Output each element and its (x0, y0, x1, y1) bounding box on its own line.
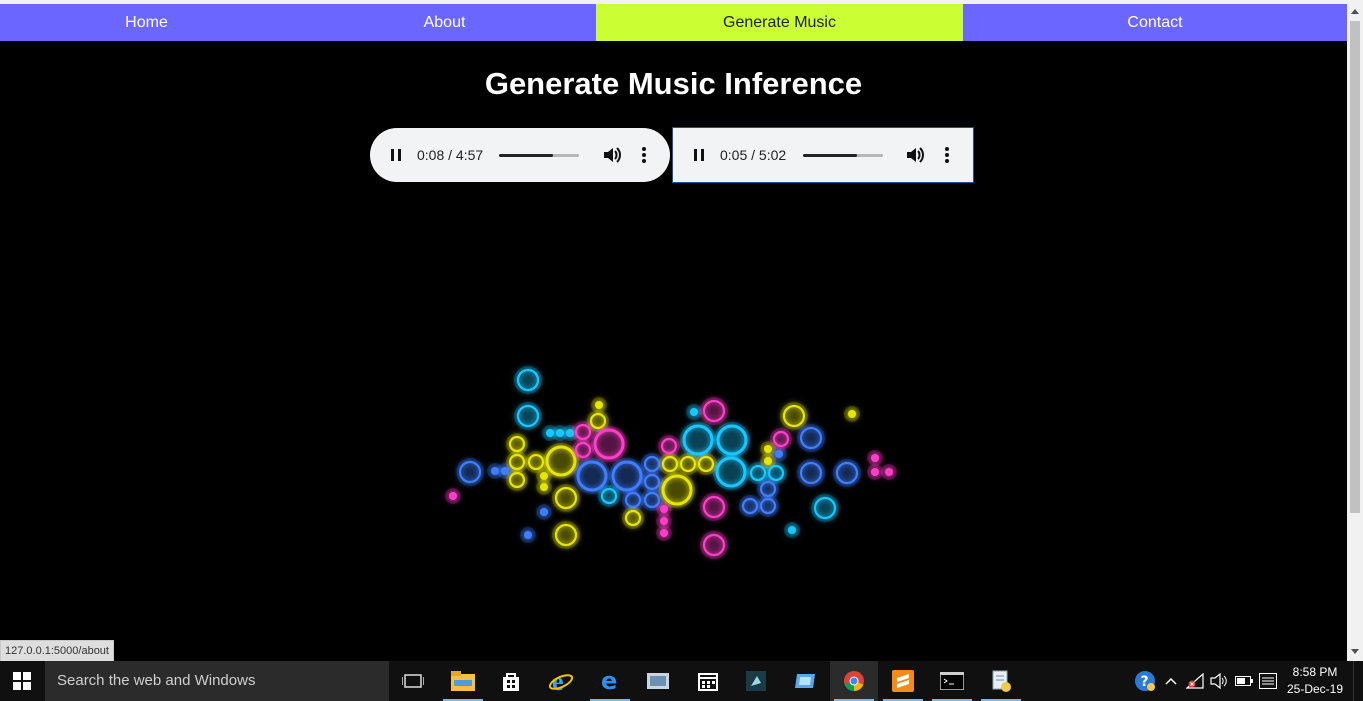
visualizer-bubble (540, 508, 548, 516)
calendar-icon[interactable] (684, 661, 732, 701)
show-desktop-button[interactable] (1353, 661, 1363, 701)
visualizer-bubble (764, 445, 772, 453)
volume-icon[interactable] (599, 142, 625, 168)
action-center-icon[interactable] (1257, 661, 1279, 701)
visualizer-bubble (449, 492, 457, 500)
command-prompt-icon[interactable] (928, 661, 976, 701)
edge-icon[interactable]: e (586, 661, 634, 701)
volume-icon[interactable] (902, 142, 928, 168)
visualizer-bubble (660, 517, 668, 525)
nav-about[interactable]: About (293, 4, 596, 41)
network-icon[interactable] (1184, 661, 1206, 701)
volume-icon[interactable] (1208, 661, 1230, 701)
notepad-icon[interactable] (977, 661, 1025, 701)
visualizer-bubble (788, 526, 796, 534)
more-options-icon[interactable] (934, 142, 960, 168)
visualizer-bubble (885, 468, 893, 476)
audio-player-1[interactable]: 0:08 / 4:57 (370, 128, 670, 182)
seek-bar[interactable] (803, 154, 883, 157)
visualizer-bubble (660, 529, 668, 537)
nav-home[interactable]: Home (0, 4, 293, 41)
media-player-icon[interactable] (732, 661, 780, 701)
chrome-icon[interactable] (830, 661, 878, 701)
svg-text:e: e (601, 670, 617, 692)
clock-time: 8:58 PM (1292, 665, 1338, 679)
taskbar-clock[interactable]: 8:58 PM 25-Dec-19 (1282, 664, 1348, 698)
visualizer-bubble (540, 472, 548, 480)
nav-contact[interactable]: Contact (963, 4, 1347, 41)
scrollbar-thumb[interactable] (1350, 21, 1360, 513)
visualizer-bubble (501, 467, 509, 475)
help-icon[interactable]: ? (1132, 661, 1158, 701)
visualizer-bubble (690, 408, 698, 416)
nav-generate-music[interactable]: Generate Music (596, 4, 963, 41)
internet-explorer-icon[interactable]: e (537, 661, 585, 701)
battery-icon[interactable] (1233, 661, 1255, 701)
pause-icon[interactable] (686, 142, 712, 168)
visualizer-bubble (871, 468, 879, 476)
visualizer-bubble (871, 454, 879, 462)
windows-start-icon[interactable] (0, 661, 44, 701)
clock-date: 25-Dec-19 (1286, 682, 1344, 696)
visualizer-bubble (540, 483, 548, 491)
chevron-up-icon[interactable] (1162, 661, 1180, 701)
visualizer-bubble (660, 505, 668, 513)
visualizer-bubble (524, 531, 532, 539)
taskbar-search-input[interactable]: Search the web and Windows (45, 661, 389, 701)
seek-bar[interactable] (499, 154, 579, 157)
task-view-icon[interactable] (389, 661, 437, 701)
visualizer-bubble (595, 401, 603, 409)
navbar: Home About Generate Music Contact (0, 4, 1347, 41)
remote-desktop-icon[interactable] (781, 661, 829, 701)
visualizer-bubble (848, 410, 856, 418)
more-options-icon[interactable] (631, 142, 657, 168)
scroll-up-icon[interactable] (1351, 9, 1359, 14)
page-title: Generate Music Inference (484, 66, 863, 101)
visualizer-bubble (775, 450, 783, 458)
audio-player-2[interactable]: 0:05 / 5:02 (672, 127, 974, 183)
taskbar: Search the web and Windows e e ? 8:58 PM… (0, 661, 1363, 701)
status-url: 127.0.0.1:5000/about (0, 640, 114, 662)
store-icon[interactable] (487, 661, 535, 701)
player-time: 0:08 / 4:57 (417, 147, 484, 163)
pause-icon[interactable] (383, 142, 409, 168)
vertical-scrollbar[interactable] (1347, 4, 1363, 661)
photos-icon[interactable] (635, 661, 683, 701)
seek-progress (499, 154, 554, 157)
music-visualization (445, 366, 897, 559)
seek-progress (803, 154, 858, 157)
visualizer-bubble (764, 457, 772, 465)
scroll-down-icon[interactable] (1351, 649, 1359, 654)
player-time: 0:05 / 5:02 (720, 147, 787, 163)
sublime-text-icon[interactable] (879, 661, 927, 701)
file-explorer-icon[interactable] (439, 661, 487, 701)
